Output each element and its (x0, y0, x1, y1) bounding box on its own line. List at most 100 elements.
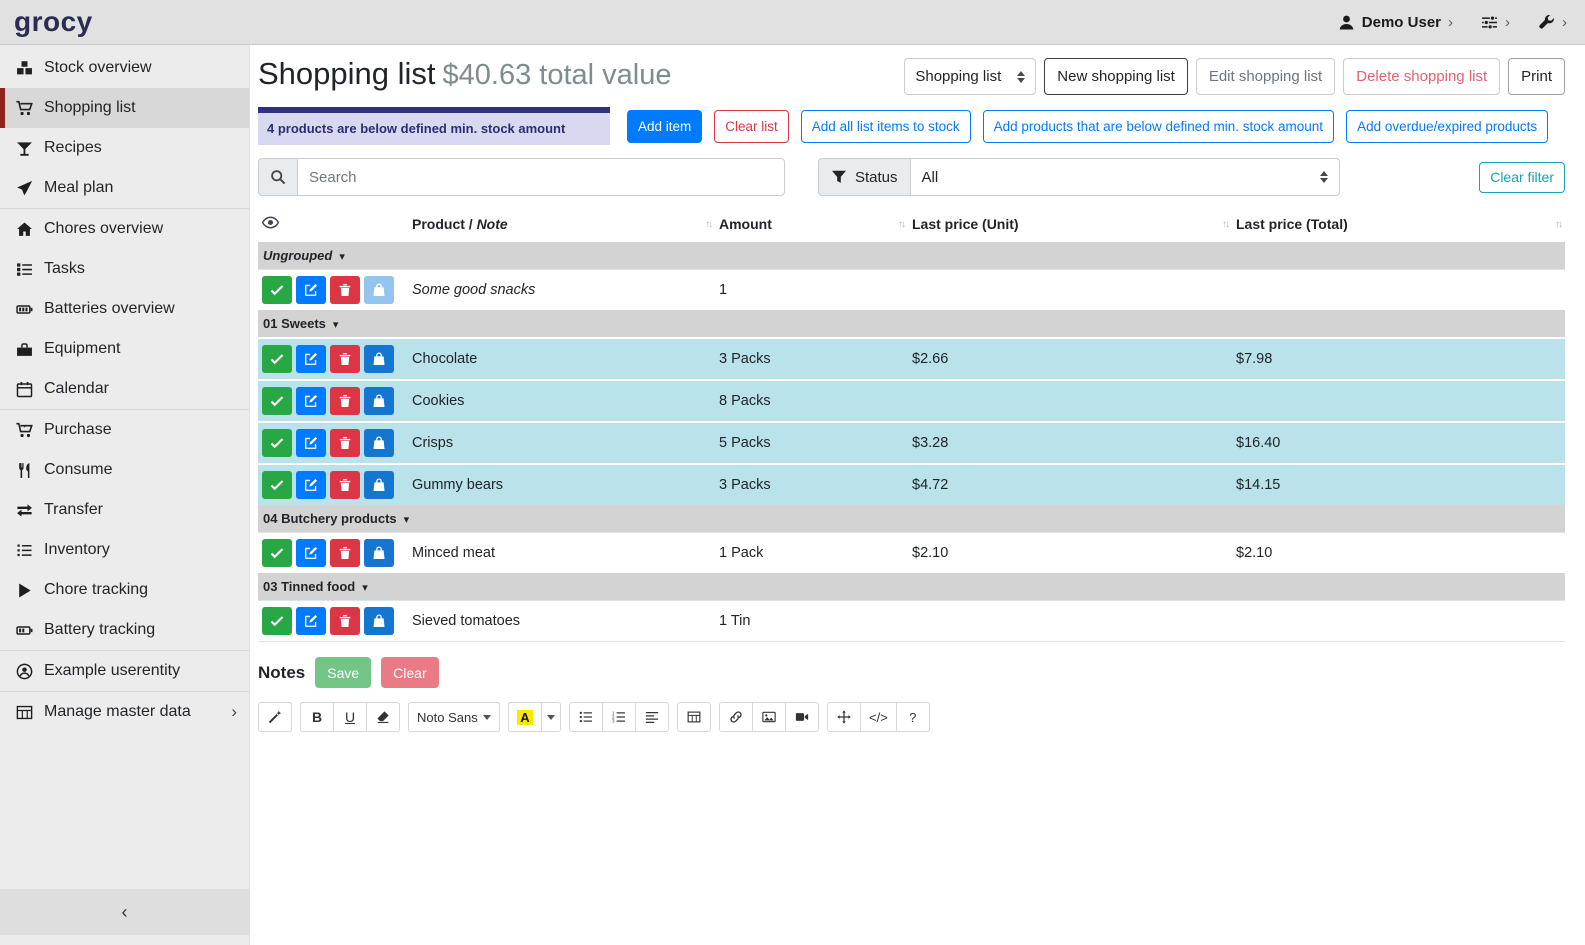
unordered-list-button[interactable] (569, 702, 603, 732)
eye-icon[interactable] (262, 214, 279, 231)
admin-menu[interactable]: › (1538, 14, 1567, 31)
font-family-button[interactable]: Noto Sans (408, 702, 500, 732)
sidebar-item-tasks[interactable]: Tasks (0, 249, 249, 289)
font-color-button[interactable]: A (508, 702, 542, 732)
row-add-to-stock-button[interactable] (364, 471, 394, 499)
row-delete-button[interactable] (330, 429, 360, 457)
notes-editor-area[interactable] (258, 732, 1565, 932)
insert-video-button[interactable] (785, 702, 819, 732)
sidebar-item-batteries-overview[interactable]: Batteries overview (0, 289, 249, 329)
row-delete-button[interactable] (330, 276, 360, 304)
column-product-note[interactable]: Product / Note↑↓ (408, 208, 715, 242)
sidebar-item-meal-plan[interactable]: Meal plan (0, 168, 249, 208)
insert-table-button[interactable] (677, 702, 711, 732)
clear-list-button[interactable]: Clear list (714, 110, 789, 143)
underline-button[interactable]: U (333, 702, 367, 732)
add-item-button[interactable]: Add item (627, 110, 702, 143)
sidebar-item-inventory[interactable]: Inventory (0, 530, 249, 570)
edit-shopping-list-button[interactable]: Edit shopping list (1196, 58, 1335, 95)
row-edit-button[interactable] (296, 539, 326, 567)
sidebar-item-transfer[interactable]: Transfer (0, 490, 249, 530)
insert-picture-button[interactable] (752, 702, 786, 732)
add-below-min-stock-button[interactable]: Add products that are below defined min.… (983, 110, 1334, 143)
row-done-button[interactable] (262, 387, 292, 415)
row-add-to-stock-button[interactable] (364, 539, 394, 567)
sort-icon[interactable]: ↑↓ (898, 219, 904, 230)
add-overdue-button[interactable]: Add overdue/expired products (1346, 110, 1548, 143)
app-logo[interactable]: grocy (14, 8, 93, 36)
group-header-ungrouped[interactable]: Ungrouped▾ (258, 242, 1565, 270)
row-done-button[interactable] (262, 539, 292, 567)
sidebar-item-chore-tracking[interactable]: Chore tracking (0, 570, 249, 610)
ordered-list-button[interactable]: 123 (602, 702, 636, 732)
row-delete-button[interactable] (330, 607, 360, 635)
insert-link-button[interactable] (719, 702, 753, 732)
group-header-01-sweets[interactable]: 01 Sweets▾ (258, 310, 1565, 338)
fullscreen-button[interactable] (827, 702, 861, 732)
shopping-list-select[interactable]: Shopping list (904, 58, 1036, 95)
clear-formatting-button[interactable] (366, 702, 400, 732)
sidebar-item-calendar[interactable]: Calendar (0, 369, 249, 409)
sidebar-item-manage-master-data[interactable]: Manage master data› (0, 692, 249, 732)
sidebar-collapse-button[interactable]: ‹ (0, 889, 249, 935)
magic-style-button[interactable] (258, 702, 292, 732)
bold-button[interactable]: B (300, 702, 334, 732)
row-done-button[interactable] (262, 345, 292, 373)
row-edit-button[interactable] (296, 276, 326, 304)
user-menu[interactable]: Demo User › (1338, 14, 1453, 31)
row-delete-button[interactable] (330, 345, 360, 373)
row-delete-button[interactable] (330, 539, 360, 567)
sidebar-item-recipes[interactable]: Recipes (0, 128, 249, 168)
sort-icon[interactable]: ↑↓ (1222, 219, 1228, 230)
group-header-03-tinned-food[interactable]: 03 Tinned food▾ (258, 573, 1565, 601)
sidebar-item-example-userentity[interactable]: Example userentity (0, 651, 249, 691)
row-edit-button[interactable] (296, 607, 326, 635)
row-edit-button[interactable] (296, 345, 326, 373)
new-shopping-list-button[interactable]: New shopping list (1044, 58, 1188, 95)
toolbar-group-table (677, 702, 711, 732)
row-delete-button[interactable] (330, 387, 360, 415)
topbar-menus: Demo User › › › (1338, 14, 1567, 31)
row-edit-button[interactable] (296, 429, 326, 457)
clear-filter-button[interactable]: Clear filter (1479, 162, 1565, 193)
sidebar-item-battery-tracking[interactable]: Battery tracking (0, 610, 249, 650)
sidebar-item-shopping-list[interactable]: Shopping list (0, 88, 249, 128)
delete-shopping-list-button[interactable]: Delete shopping list (1343, 58, 1500, 95)
row-done-button[interactable] (262, 429, 292, 457)
paragraph-align-button[interactable] (635, 702, 669, 732)
row-done-button[interactable] (262, 276, 292, 304)
search-input[interactable] (297, 158, 785, 196)
font-color-caret-button[interactable] (541, 702, 561, 732)
row-done-button[interactable] (262, 471, 292, 499)
sidebar-item-purchase[interactable]: Purchase (0, 410, 249, 450)
row-add-to-stock-button[interactable] (364, 387, 394, 415)
code-view-button[interactable]: </> (860, 702, 897, 732)
row-done-button[interactable] (262, 607, 292, 635)
row-add-to-stock-button[interactable] (364, 276, 394, 304)
column-amount[interactable]: Amount↑↓ (715, 208, 908, 242)
sidebar-item-chores-overview[interactable]: Chores overview (0, 209, 249, 249)
settings-menu[interactable]: › (1481, 14, 1510, 31)
play-icon (13, 582, 35, 599)
sort-icon[interactable]: ↑↓ (1555, 219, 1561, 230)
notes-clear-button[interactable]: Clear (381, 657, 438, 688)
sidebar-item-consume[interactable]: Consume (0, 450, 249, 490)
sort-icon[interactable]: ↑↓ (705, 219, 711, 230)
row-add-to-stock-button[interactable] (364, 607, 394, 635)
column-price-total[interactable]: Last price (Total)↑↓ (1232, 208, 1565, 242)
sidebar-item-equipment[interactable]: Equipment (0, 329, 249, 369)
column-price-unit[interactable]: Last price (Unit)↑↓ (908, 208, 1232, 242)
notes-save-button[interactable]: Save (315, 657, 371, 688)
help-button[interactable]: ? (896, 702, 930, 732)
row-edit-button[interactable] (296, 387, 326, 415)
row-add-to-stock-button[interactable] (364, 345, 394, 373)
row-delete-button[interactable] (330, 471, 360, 499)
status-select[interactable]: All (910, 158, 1340, 196)
sidebar-item-stock-overview[interactable]: Stock overview (0, 48, 249, 88)
row-edit-button[interactable] (296, 471, 326, 499)
add-all-to-stock-button[interactable]: Add all list items to stock (801, 110, 971, 143)
trash-icon (338, 436, 352, 450)
print-button[interactable]: Print (1508, 58, 1565, 95)
row-add-to-stock-button[interactable] (364, 429, 394, 457)
group-header-04-butchery-products[interactable]: 04 Butchery products▾ (258, 505, 1565, 533)
